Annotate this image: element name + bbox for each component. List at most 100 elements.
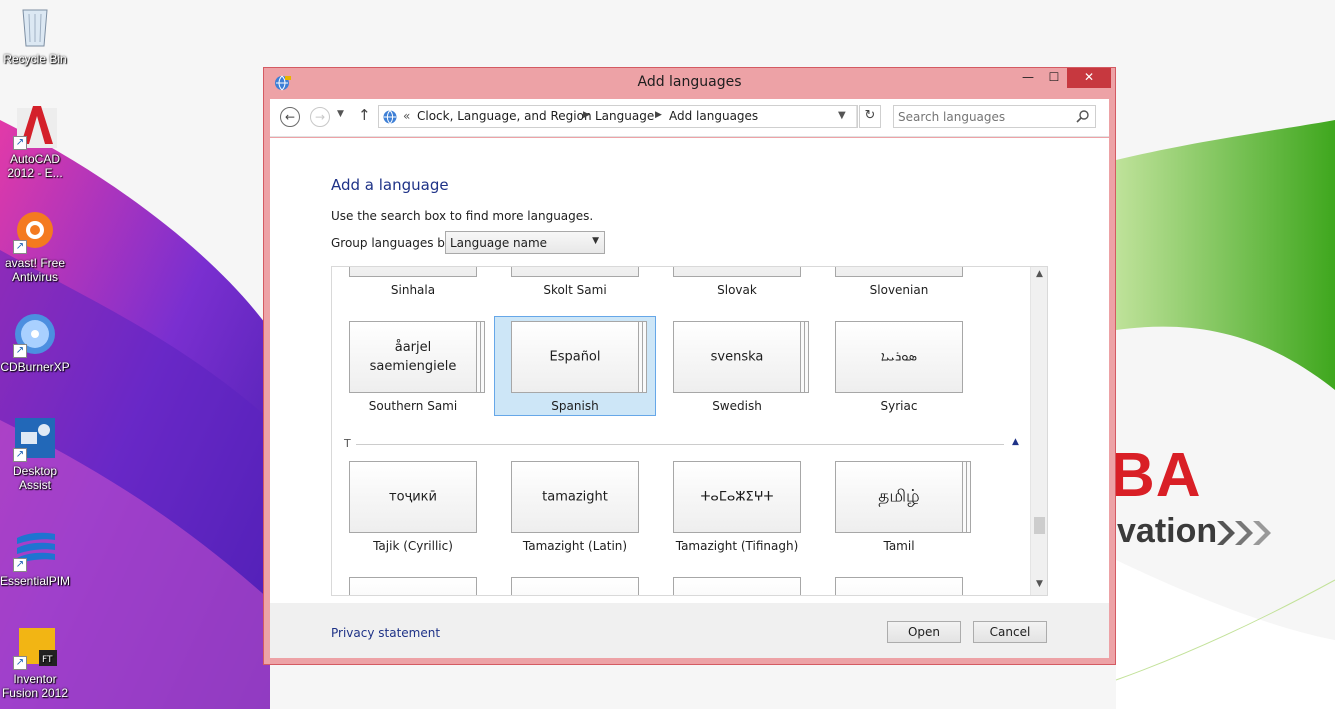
language-card-partial[interactable] (673, 577, 801, 595)
desktop-icon-essentialpim[interactable]: ↗ EssentialPIM (0, 524, 70, 588)
desktop-icon-label: Recycle Bin (3, 52, 67, 66)
language-card: svenska (673, 321, 801, 393)
desktop-icon-inventor-fusion[interactable]: FT ↗ Inventor Fusion 2012 (0, 622, 70, 700)
desktop-icon-autocad[interactable]: ↗ AutoCAD 2012 - E... (0, 102, 70, 180)
language-label-sinhala[interactable]: Sinhala (332, 283, 494, 297)
vertical-scrollbar[interactable]: ▲ ▼ (1030, 267, 1047, 595)
shortcut-arrow-icon: ↗ (13, 344, 27, 358)
language-card: ⵜⴰⵎⴰⵣⵉⵖⵜ (673, 461, 801, 533)
instruction-text: Use the search box to find more language… (331, 209, 594, 223)
add-languages-window: Add languages — ☐ ✕ ← → ▼ ↑ « Clock, Lan… (263, 67, 1116, 665)
language-tile-tamil[interactable]: தமிழ் Tamil (818, 455, 980, 555)
breadcrumb-language[interactable]: Language (595, 109, 654, 123)
group-by-label: Group languages by: (331, 236, 456, 250)
desktop-icon-avast[interactable]: ↗ avast! Free Antivirus (0, 206, 70, 284)
language-card: tamazight (511, 461, 639, 533)
desktop-assist-icon: ↗ (11, 414, 59, 462)
inventor-fusion-icon: FT ↗ (11, 622, 59, 670)
language-card-sinhala[interactable] (349, 267, 477, 277)
maximize-button[interactable]: ☐ (1041, 68, 1067, 88)
section-divider (356, 444, 1004, 445)
native-name: тоҷикӣ (389, 489, 437, 505)
arrow-right-icon: → (314, 110, 326, 124)
language-label-slovak[interactable]: Slovak (656, 283, 818, 297)
group-by-select[interactable]: Language name ▼ (445, 231, 605, 254)
language-tile-southern-sami[interactable]: åarjel saemiengiele Southern Sami (332, 315, 494, 415)
native-name: ⵜⴰⵎⴰⵣⵉⵖⵜ (700, 489, 774, 505)
forward-button[interactable]: → (310, 107, 330, 127)
language-tile-swedish[interactable]: svenska Swedish (656, 315, 818, 415)
language-label-slovenian[interactable]: Slovenian (818, 283, 980, 297)
arrow-left-icon: ← (284, 110, 296, 124)
language-grid: Sinhala Skolt Sami Slovak Slovenian åarj… (331, 266, 1048, 596)
svg-text:FT: FT (42, 655, 53, 665)
chevron-down-icon: ▼ (592, 236, 599, 246)
close-button[interactable]: ✕ (1067, 68, 1111, 88)
language-tile-tamazight-tifinagh[interactable]: ⵜⴰⵎⴰⵣⵉⵖⵜ Tamazight (Tifinagh) (656, 455, 818, 555)
collapse-section-icon[interactable]: ▲ (1012, 437, 1019, 447)
scroll-down-icon[interactable]: ▼ (1031, 579, 1047, 593)
search-box[interactable] (893, 105, 1096, 128)
content-pane: Add a language Use the search box to fin… (270, 138, 1109, 603)
overflow-chevron[interactable]: « (403, 109, 410, 123)
language-label: Swedish (712, 399, 762, 413)
language-card-partial[interactable] (835, 577, 963, 595)
language-card-partial[interactable] (511, 577, 639, 595)
native-name: தமிழ் (878, 486, 920, 507)
breadcrumb-separator-icon[interactable]: ▶ (655, 110, 662, 120)
native-name: ܣܘܪܝܝܐ (880, 349, 918, 365)
language-tile-spanish[interactable]: Español Spanish (494, 316, 656, 416)
desktop-icon-desktop-assist[interactable]: ↗ Desktop Assist (0, 414, 70, 492)
breadcrumb-separator-icon[interactable]: ▶ (583, 110, 590, 120)
recent-locations-button[interactable]: ▼ (337, 109, 344, 119)
avast-icon: ↗ (11, 206, 59, 254)
arrow-up-icon: ↑ (358, 106, 371, 124)
group-by-value: Language name (450, 236, 548, 250)
shortcut-arrow-icon: ↗ (13, 240, 27, 254)
scrollbar-thumb[interactable] (1034, 517, 1045, 534)
desktop-icon-label: CDBurnerXP (0, 360, 70, 374)
wallpaper-tagline: vation (1117, 512, 1218, 550)
desktop-icon-recycle-bin[interactable]: Recycle Bin (0, 2, 70, 66)
search-icon[interactable] (1076, 109, 1090, 123)
language-label-skolt-sami[interactable]: Skolt Sami (494, 283, 656, 297)
refresh-icon: ↻ (864, 108, 876, 123)
address-bar[interactable]: « Clock, Language, and Region ▶ Language… (378, 105, 858, 128)
section-header-letter: T (344, 437, 351, 450)
back-button[interactable]: ← (280, 107, 300, 127)
language-card-slovak[interactable] (673, 267, 801, 277)
shortcut-arrow-icon: ↗ (13, 448, 27, 462)
language-tile-syriac[interactable]: ܣܘܪܝܝܐ Syriac (818, 315, 980, 415)
page-title: Add a language (331, 176, 449, 194)
minimize-button[interactable]: — (1015, 68, 1041, 88)
address-dropdown-icon[interactable]: ▼ (838, 110, 846, 121)
refresh-button[interactable]: ↻ (859, 105, 881, 128)
language-card-partial[interactable] (349, 577, 477, 595)
open-button[interactable]: Open (887, 621, 961, 643)
language-card-skolt-sami[interactable] (511, 267, 639, 277)
language-card: Español (511, 321, 639, 393)
desktop-icon-cdburnerxp[interactable]: ↗ CDBurnerXP (0, 310, 70, 374)
scroll-up-icon[interactable]: ▲ (1031, 269, 1047, 283)
breadcrumb-clock-language-region[interactable]: Clock, Language, and Region (417, 109, 592, 123)
desktop-icon-label: EssentialPIM (0, 574, 71, 588)
privacy-statement-link[interactable]: Privacy statement (331, 626, 440, 640)
language-label: Tamazight (Tifinagh) (675, 539, 799, 553)
native-name: svenska (710, 349, 764, 365)
titlebar[interactable]: Add languages — ☐ ✕ (264, 68, 1115, 98)
essentialpim-icon: ↗ (11, 524, 59, 572)
autocad-icon: ↗ (11, 102, 59, 150)
desktop-icon-label: AutoCAD 2012 - E... (7, 152, 63, 180)
language-card-slovenian[interactable] (835, 267, 963, 277)
language-tile-tajik-cyrillic[interactable]: тоҷикӣ Tajik (Cyrillic) (332, 455, 494, 555)
language-tile-tamazight-latin[interactable]: tamazight Tamazight (Latin) (494, 455, 656, 555)
language-label: Tamil (883, 539, 915, 553)
up-button[interactable]: ↑ (358, 106, 371, 124)
control-panel-icon (383, 110, 397, 124)
chevrons-icon (1217, 521, 1271, 545)
recycle-bin-icon (11, 2, 59, 50)
cancel-button[interactable]: Cancel (973, 621, 1047, 643)
language-label: Syriac (880, 399, 918, 413)
breadcrumb-add-languages[interactable]: Add languages (669, 109, 758, 123)
search-input[interactable] (898, 108, 1068, 125)
